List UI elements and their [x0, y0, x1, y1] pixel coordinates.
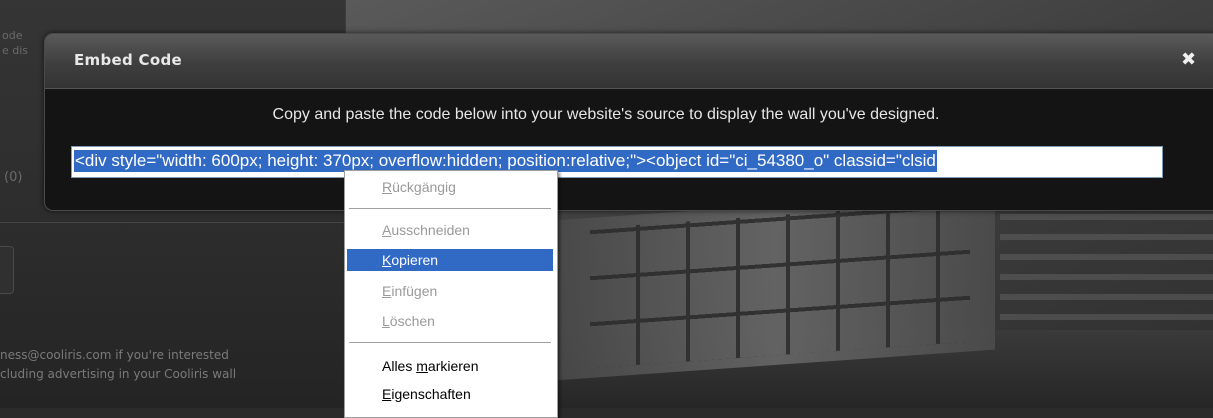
selected-code-text[interactable]: <div style="width: 600px; height: 370px;… [74, 150, 937, 172]
embed-code-dialog: Embed Code ✖ Copy and paste the code bel… [44, 33, 1213, 211]
menu-item-cut[interactable]: Ausschneiden [347, 219, 553, 241]
menu-item-properties[interactable]: Eigenschaften [347, 383, 553, 405]
menu-item-undo[interactable]: Rückgängig [347, 176, 553, 198]
dialog-header: Embed Code ✖ [45, 34, 1213, 89]
close-icon[interactable]: ✖ [1181, 50, 1196, 70]
left-panel-input[interactable] [0, 246, 14, 294]
menu-separator [349, 208, 551, 209]
menu-item-paste[interactable]: Einfügen [347, 280, 553, 302]
left-panel-count: (0) [4, 170, 23, 185]
wall-tiles-right [1000, 210, 1213, 320]
footer-text: ness@cooliris.com if you're interested c… [0, 348, 237, 381]
menu-separator [349, 342, 551, 343]
embed-code-field[interactable]: <div style="width: 600px; height: 370px;… [71, 146, 1163, 178]
left-panel-text: ode e dis [2, 29, 29, 57]
menu-item-delete[interactable]: Löschen [347, 310, 553, 332]
wall-thumbnail-grid [590, 201, 970, 369]
instruction-text: Copy and paste the code below into your … [272, 106, 940, 123]
context-menu: Rückgängig Ausschneiden Kopieren Einfüge… [344, 170, 558, 418]
menu-item-select-all[interactable]: Alles markieren [347, 355, 553, 377]
dialog-title: Embed Code [74, 51, 182, 69]
left-panel-divider [0, 222, 345, 223]
menu-item-copy[interactable]: Kopieren [347, 249, 553, 271]
